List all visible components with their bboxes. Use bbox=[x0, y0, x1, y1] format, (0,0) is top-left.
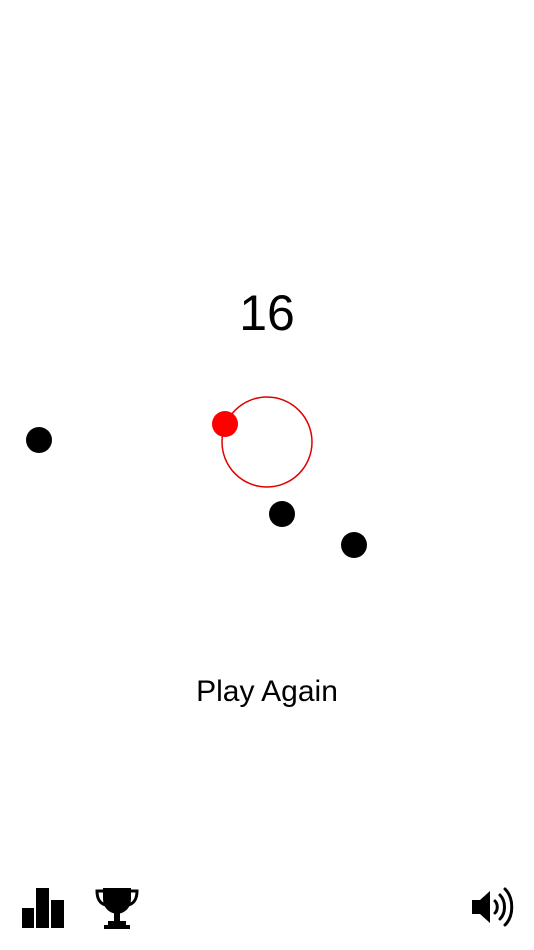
trophy-icon bbox=[95, 888, 139, 929]
leaderboard-icon bbox=[22, 888, 64, 928]
player-ball bbox=[212, 411, 238, 437]
playfield bbox=[26, 396, 367, 558]
obstacle-ball bbox=[26, 427, 52, 453]
obstacle-ball bbox=[341, 532, 367, 558]
orbit-ring bbox=[221, 396, 313, 488]
obstacle-ball bbox=[269, 501, 295, 527]
leaderboard-button[interactable] bbox=[20, 886, 66, 928]
play-again-button[interactable]: Play Again bbox=[117, 670, 417, 714]
score-display: 16 bbox=[239, 285, 295, 341]
sound-toggle-button[interactable] bbox=[470, 884, 514, 930]
achievements-button[interactable] bbox=[94, 884, 140, 930]
speaker-volume-icon bbox=[472, 887, 514, 927]
